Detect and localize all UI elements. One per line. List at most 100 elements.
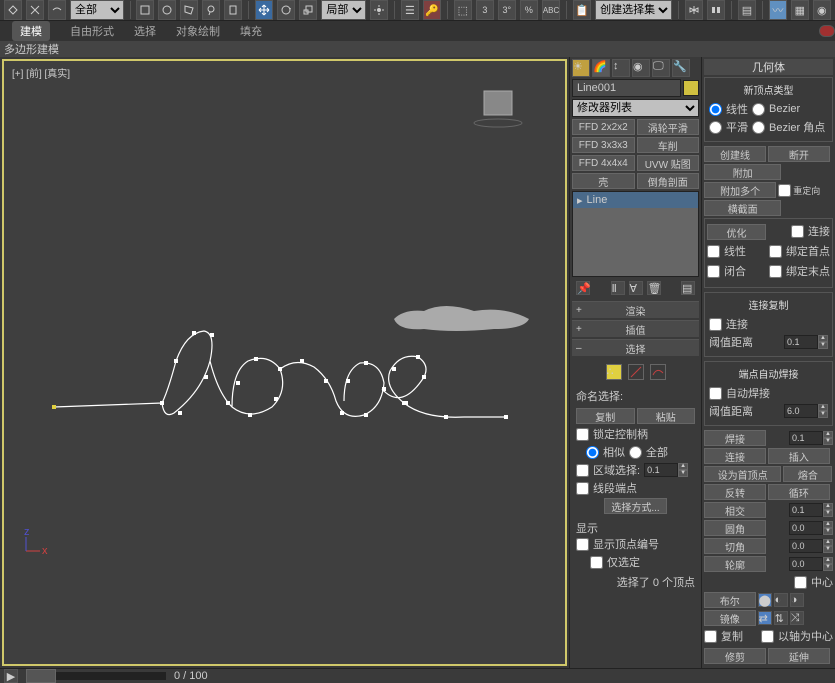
mod-ffd333[interactable]: FFD 3x3x3 [572,137,635,153]
subobj-segment-icon[interactable] [628,364,644,380]
optimize-button[interactable]: 优化 [707,224,766,240]
break-button[interactable]: 断开 [768,146,830,162]
angle-snap-icon[interactable]: 3 [476,0,494,20]
segend-checkbox[interactable] [576,482,589,495]
named-sel-dropdown[interactable]: 创建选择集 [595,0,672,20]
filter-dropdown[interactable]: 全部 [70,0,124,20]
copy-checkbox[interactable] [704,630,717,643]
reorient-checkbox[interactable] [778,184,791,197]
select-circle-icon[interactable] [158,0,176,20]
viewport[interactable]: [+] [前] [真实] [2,59,567,666]
select-fence-icon[interactable] [180,0,198,20]
autoweld-checkbox[interactable] [709,387,722,400]
trim-button[interactable]: 修剪 [704,648,766,664]
outline-spinner[interactable] [789,557,823,571]
mod-bevelprofile[interactable]: 倒角剖面 [637,173,700,189]
aboutpivot-checkbox[interactable] [761,630,774,643]
modify-tab-icon[interactable]: 🌈 [592,59,610,77]
mirror-button[interactable]: 镜像 [704,610,756,626]
threshdist-spinner[interactable] [784,335,818,349]
fillet-spinner[interactable] [789,521,823,535]
pin-stack-icon[interactable]: 📌 [576,281,590,295]
cycle-button[interactable]: 循环 [768,484,830,500]
tab-populate[interactable]: 填充 [240,23,262,39]
rollout-interp-header[interactable]: 插值 [572,321,699,337]
tab-objectpaint[interactable]: 对象绘制 [176,23,220,39]
connect-checkbox[interactable] [791,225,804,238]
connect-button[interactable]: 连接 [704,448,766,464]
mirror-h-icon[interactable]: ⇄ [758,611,772,625]
record-toggle[interactable] [819,25,835,37]
align-icon[interactable] [707,0,725,20]
scale-icon[interactable] [299,0,317,20]
schematic-icon[interactable]: ▦ [791,0,809,20]
vtype-smooth-radio[interactable] [709,121,722,134]
subobj-vertex-icon[interactable]: ∴ [606,364,622,380]
remove-mod-icon[interactable]: 🗑 [647,281,661,295]
rollout-render-header[interactable]: 渲染 [572,302,699,318]
object-color-swatch[interactable] [683,80,699,96]
vtype-beziercorner-radio[interactable] [752,121,765,134]
utilities-tab-icon[interactable]: 🔧 [672,59,690,77]
mod-turbosmooth[interactable]: 涡轮平滑 [637,119,700,135]
closed-checkbox[interactable] [707,265,720,278]
hierarchy-tab-icon[interactable]: ↕ [612,59,630,77]
select-paint-icon[interactable] [224,0,242,20]
select-rect-icon[interactable] [136,0,154,20]
snap-icon[interactable]: ⬚ [454,0,472,20]
threshdist2-spinner[interactable] [784,404,818,418]
bindlast-checkbox[interactable] [769,265,782,278]
chamfer-button[interactable]: 切角 [704,538,766,554]
lock-handles-checkbox[interactable] [576,428,589,441]
mod-lathe[interactable]: 车削 [637,137,700,153]
selonly-checkbox[interactable] [590,556,603,569]
reverse-button[interactable]: 反转 [704,484,766,500]
named-sel-list-icon[interactable]: 📋 [573,0,591,20]
chamfer-spinner[interactable] [789,539,823,553]
configure-icon[interactable]: ▤ [681,281,695,295]
unlink-icon[interactable] [26,0,44,20]
connect2-checkbox[interactable] [709,318,722,331]
link-icon[interactable] [4,0,22,20]
select-by-button[interactable]: 选择方式... [604,498,666,514]
manip-icon[interactable]: ☰ [401,0,419,20]
weld-button[interactable]: 焊接 [704,430,766,446]
show-result-icon[interactable]: Ⅱ [611,281,625,295]
layers-icon[interactable]: ▤ [738,0,756,20]
center-checkbox[interactable] [794,576,807,589]
modifier-list-dropdown[interactable]: 修改器列表 [572,99,699,117]
mod-ffd444[interactable]: FFD 4x4x4 [572,155,635,171]
vtype-bezier-radio[interactable] [752,103,765,116]
rollout-select-header[interactable]: 选择 [572,340,699,356]
mirror-v-icon[interactable]: ⇅ [774,611,788,625]
createline-button[interactable]: 创建线 [704,146,766,162]
select-lasso-icon[interactable] [202,0,220,20]
object-name-field[interactable]: Line001 [572,79,681,97]
make-unique-icon[interactable]: ∀ [629,281,643,295]
bool-subtract-icon[interactable]: ◐ [774,593,788,607]
crosssection-button[interactable]: 横截面 [704,200,781,216]
cross-spinner[interactable] [789,503,823,517]
insert-button[interactable]: 插入 [768,448,830,464]
area-select-spinner[interactable] [644,463,678,477]
tab-freeform[interactable]: 自由形式 [70,23,114,39]
mod-uvwmap[interactable]: UVW 贴图 [637,155,700,171]
material-editor-icon[interactable]: ◉ [813,0,831,20]
abc-icon[interactable]: ABC [542,0,560,20]
move-icon[interactable] [255,0,273,20]
weld-spinner[interactable] [789,431,823,445]
bool-union-icon[interactable]: ⬤ [758,593,772,607]
mod-ffd222[interactable]: FFD 2x2x2 [572,119,635,135]
spinner-snap-icon[interactable]: % [520,0,538,20]
bool-button[interactable]: 布尔 [704,592,756,608]
linear-checkbox[interactable] [707,245,720,258]
attachmulti-button[interactable]: 附加多个 [704,182,776,198]
fuse-button[interactable]: 熔合 [783,466,832,482]
setfirst-button[interactable]: 设为首顶点 [704,466,781,482]
show-vertnum-checkbox[interactable] [576,538,589,551]
similar-radio[interactable] [586,446,599,459]
percent-snap-icon[interactable]: 3° [498,0,516,20]
bindfirst-checkbox[interactable] [769,245,782,258]
fillet-button[interactable]: 圆角 [704,520,766,536]
copy-button[interactable]: 复制 [576,408,635,424]
